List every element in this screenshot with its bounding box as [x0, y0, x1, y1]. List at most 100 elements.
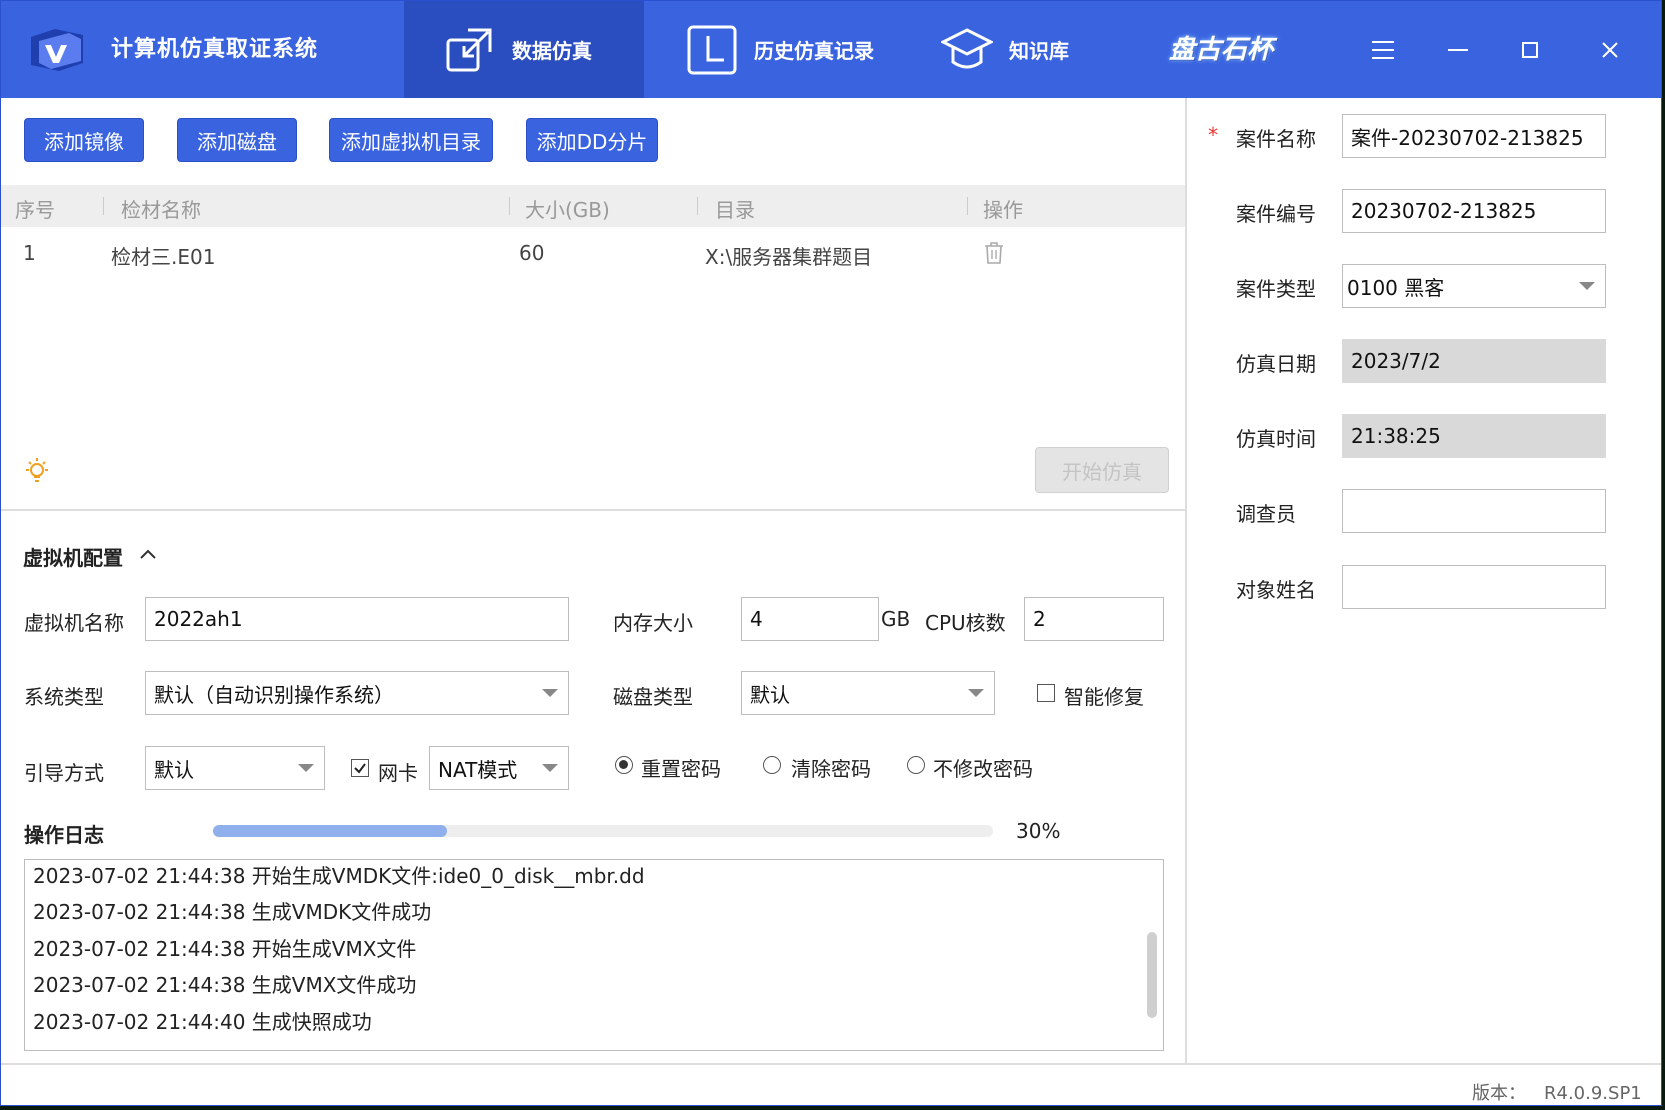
smart-repair-label: 智能修复	[1064, 685, 1144, 709]
os-type-label: 系统类型	[24, 685, 104, 709]
memory-input[interactable]: 4	[741, 597, 879, 641]
case-type-value: 0100 黑客	[1347, 275, 1445, 300]
progress-bar	[213, 825, 993, 837]
add-image-button[interactable]: 添加镜像	[24, 118, 144, 162]
column-header: 检材名称	[121, 198, 201, 222]
column-header: 大小(GB)	[525, 198, 610, 222]
log-title: 操作日志	[24, 823, 104, 847]
investigator-input[interactable]	[1342, 489, 1606, 533]
log-line: 2023-07-02 21:44:38 生成VMX文件成功	[33, 973, 417, 997]
caret-down-icon	[298, 764, 314, 772]
app-title: 计算机仿真取证系统	[111, 37, 319, 62]
log-line: 2023-07-02 21:44:38 生成VMDK文件成功	[33, 900, 432, 924]
version-label: 版本：	[1472, 1083, 1526, 1104]
subject-name-input[interactable]	[1342, 565, 1606, 609]
version-info: 版本： R4.0.9.SP1	[1472, 1079, 1642, 1105]
radio-label: 清除密码	[791, 757, 871, 781]
os-type-select[interactable]: 默认（自动识别操作系统）	[145, 671, 569, 715]
cpu-label: CPU核数	[925, 611, 1006, 635]
external-window-icon	[446, 28, 492, 71]
progress-percent: 30%	[1016, 819, 1061, 843]
column-header: 目录	[715, 198, 755, 222]
vm-name-label: 虚拟机名称	[24, 611, 124, 635]
app-window: 计算机仿真取证系统 数据仿真 历史仿真记录 知识库 盘古石杯 添加镜像 添加磁盘…	[0, 0, 1662, 1106]
radio-label: 不修改密码	[933, 757, 1033, 781]
caret-down-icon	[968, 689, 984, 697]
case-type-select[interactable]: 0100 黑客	[1342, 264, 1606, 308]
trash-icon[interactable]	[983, 241, 1005, 265]
logo-area: 计算机仿真取证系统	[1, 1, 404, 98]
vm-name-input[interactable]: 2022ah1	[145, 597, 569, 641]
caret-down-icon	[1579, 282, 1595, 290]
add-vm-dir-button[interactable]: 添加虚拟机目录	[329, 118, 493, 162]
graduation-cap-icon	[941, 27, 993, 68]
close-icon[interactable]	[1593, 33, 1627, 67]
sim-time-label: 仿真时间	[1236, 427, 1316, 451]
app-logo-icon	[31, 29, 83, 71]
minimize-icon[interactable]	[1441, 33, 1475, 67]
cell-index: 1	[23, 241, 36, 265]
case-name-input[interactable]: 案件-20230702-213825	[1342, 114, 1606, 158]
nav-tab-history[interactable]: 历史仿真记录	[686, 1, 874, 98]
scrollbar-thumb[interactable]	[1147, 932, 1157, 1018]
progress-fill	[213, 825, 447, 837]
brand-logo: 盘古石杯	[1169, 35, 1274, 65]
smart-repair-checkbox[interactable]	[1037, 684, 1055, 702]
nav-tab-label: 数据仿真	[512, 39, 592, 63]
column-header: 操作	[983, 198, 1023, 222]
required-mark: *	[1208, 123, 1218, 147]
case-type-label: 案件类型	[1236, 277, 1316, 301]
table-header: 序号 检材名称 大小(GB) 目录 操作	[1, 185, 1185, 227]
subject-label: 对象姓名	[1236, 578, 1316, 602]
boot-select[interactable]: 默认	[145, 746, 325, 790]
boot-label: 引导方式	[24, 761, 104, 785]
case-number-label: 案件编号	[1236, 202, 1316, 226]
divider	[1185, 98, 1187, 1063]
case-number-input[interactable]: 20230702-213825	[1342, 189, 1606, 233]
log-panel[interactable]: 2023-07-02 21:44:38 开始生成VMDK文件:ide0_0_di…	[24, 859, 1164, 1051]
chevron-up-icon[interactable]	[139, 547, 157, 561]
log-line: 2023-07-02 21:44:38 开始生成VMX文件	[33, 937, 417, 961]
lightbulb-icon[interactable]	[23, 456, 51, 486]
nav-tab-knowledge-base[interactable]: 知识库	[941, 1, 1069, 98]
add-disk-button[interactable]: 添加磁盘	[177, 118, 297, 162]
table-row[interactable]: 1 检材三.E01 60 X:\服务器集群题目	[1, 233, 1185, 273]
caret-down-icon	[542, 764, 558, 772]
radio-clear-password[interactable]	[763, 756, 781, 774]
radio-reset-password[interactable]	[615, 756, 633, 774]
radio-label: 重置密码	[641, 757, 721, 781]
cpu-input[interactable]: 2	[1024, 597, 1164, 641]
disk-type-select[interactable]: 默认	[741, 671, 995, 715]
title-bar: 计算机仿真取证系统 数据仿真 历史仿真记录 知识库 盘古石杯	[1, 1, 1661, 98]
case-name-label: 案件名称	[1236, 127, 1316, 151]
column-header: 序号	[15, 198, 55, 222]
memory-label: 内存大小	[613, 611, 693, 635]
radio-keep-password[interactable]	[907, 756, 925, 774]
disk-type-label: 磁盘类型	[613, 685, 693, 709]
log-line: 2023-07-02 21:44:38 开始生成VMDK文件:ide0_0_di…	[33, 864, 645, 888]
menu-icon[interactable]	[1366, 33, 1400, 67]
nic-label: 网卡	[378, 761, 418, 785]
maximize-icon[interactable]	[1513, 33, 1547, 67]
clock-square-icon	[687, 25, 737, 74]
nav-tab-label: 知识库	[1009, 39, 1069, 63]
caret-down-icon	[542, 689, 558, 697]
nav-tab-data-simulation[interactable]: 数据仿真	[404, 1, 644, 98]
checkmark-icon	[354, 763, 366, 774]
cell-dir: X:\服务器集群题目	[705, 245, 873, 269]
os-type-value: 默认（自动识别操作系统）	[154, 682, 394, 707]
divider	[1, 509, 1185, 511]
investigator-label: 调查员	[1236, 502, 1296, 526]
nic-mode-select[interactable]: NAT模式	[429, 746, 569, 790]
add-dd-button[interactable]: 添加DD分片	[526, 118, 658, 162]
cell-size: 60	[519, 241, 545, 265]
disk-type-value: 默认	[750, 682, 790, 707]
version-value: R4.0.9.SP1	[1544, 1083, 1642, 1104]
nic-checkbox[interactable]	[351, 759, 369, 777]
nav-tab-label: 历史仿真记录	[754, 39, 874, 63]
nic-mode-value: NAT模式	[438, 757, 518, 782]
divider	[1, 1063, 1661, 1065]
sim-time-field: 21:38:25	[1342, 414, 1606, 458]
start-simulation-button[interactable]: 开始仿真	[1035, 447, 1169, 493]
section-title: 虚拟机配置	[23, 546, 123, 570]
